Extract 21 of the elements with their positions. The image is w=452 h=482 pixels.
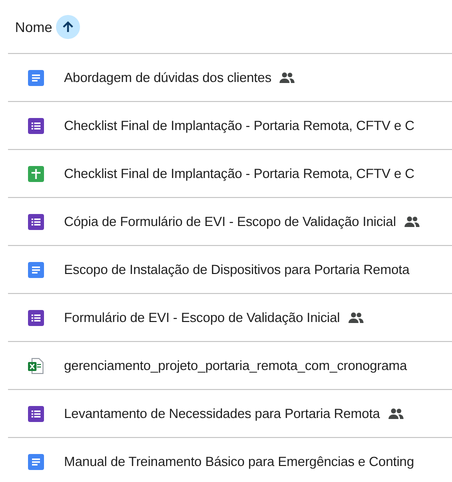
- document-icon: [28, 262, 44, 278]
- file-name[interactable]: Escopo de Instalação de Dispositivos para Portaria Remota: [64, 262, 410, 277]
- form-icon: [28, 406, 44, 422]
- spreadsheet-icon: [28, 166, 44, 182]
- document-icon: [28, 454, 44, 470]
- file-name[interactable]: Formulário de EVI - Escopo de Validação Inicial: [64, 310, 340, 325]
- file-name[interactable]: Checklist Final de Implantação - Portaria Remota, CFTV e C: [64, 166, 414, 181]
- excel-icon: [28, 358, 44, 374]
- file-name[interactable]: Manual de Treinamento Básico para Emergências e Conting: [64, 454, 414, 469]
- document-icon: [28, 70, 44, 86]
- file-name[interactable]: gerenciamento_projeto_portaria_remota_com_cronograma: [64, 358, 407, 373]
- arrow-icon: [61, 20, 76, 34]
- file-name[interactable]: Levantamento de Necessidades para Portaria Remota: [64, 406, 380, 421]
- file-name[interactable]: Cópia de Formulário de EVI - Escopo de Validação Inicial: [64, 214, 396, 229]
- file-name[interactable]: Abordagem de dúvidas dos clientes: [64, 70, 272, 85]
- form-icon: [28, 118, 44, 134]
- column-header[interactable]: Nome: [15, 18, 52, 34]
- sort-button[interactable]: [56, 14, 80, 38]
- form-icon: [28, 214, 44, 230]
- file-name[interactable]: Checklist Final de Implantação - Portaria Remota, CFTV e C: [64, 118, 414, 133]
- form-icon: [28, 310, 44, 326]
